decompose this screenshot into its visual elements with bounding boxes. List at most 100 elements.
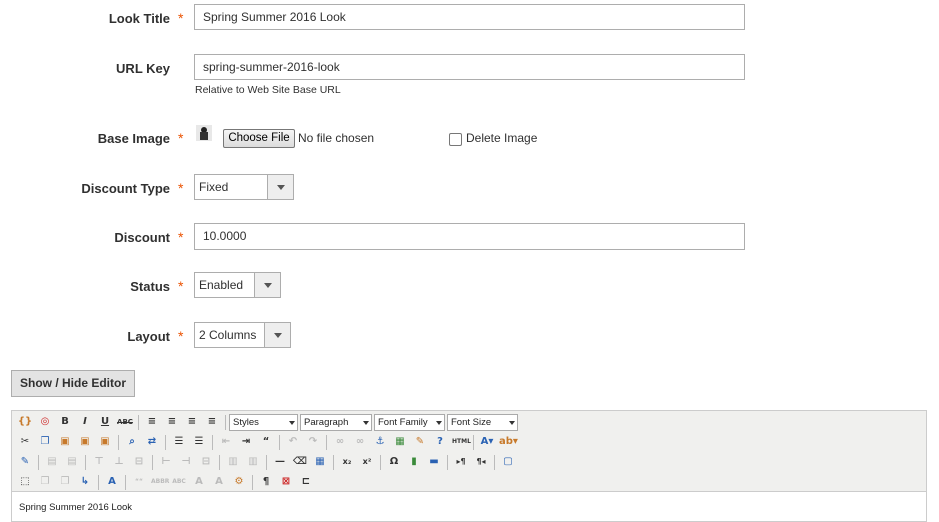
paste-icon[interactable]: ▣ [57, 434, 73, 450]
styles-dropdown[interactable]: Styles [229, 413, 298, 431]
redo-icon[interactable]: ↷ [305, 434, 321, 450]
editor-content[interactable]: Spring Summer 2016 Look [19, 502, 132, 513]
choose-file-button[interactable]: Choose File [223, 129, 295, 148]
attributes-icon[interactable]: ⚙ [231, 474, 247, 490]
styles-props-icon[interactable]: A [104, 474, 120, 490]
indent-icon[interactable]: ⇥ [238, 434, 254, 450]
toolbar-separator [38, 454, 39, 470]
base-image-thumbnail[interactable] [196, 125, 212, 141]
align-center-icon[interactable]: ≡ [164, 414, 180, 430]
delete-image-label[interactable]: Delete Image [466, 131, 537, 145]
underline-icon[interactable]: U [97, 414, 113, 430]
cite-icon[interactable]: ““ [131, 474, 147, 490]
find-icon[interactable]: ⌕ [124, 434, 140, 450]
fullscreen-icon[interactable]: ▢ [500, 454, 516, 470]
acronym-icon[interactable]: ABC [171, 474, 187, 490]
insert-col-before-icon[interactable]: ⊢ [158, 454, 174, 470]
non-breaking-icon[interactable]: ⊠ [278, 474, 294, 490]
chevron-down-icon [267, 175, 293, 199]
align-left-icon[interactable]: ≡ [144, 414, 160, 430]
background-color-icon[interactable]: ab▾ [499, 434, 518, 450]
delete-row-icon[interactable]: ⊟ [131, 454, 147, 470]
rtl-icon[interactable]: ¶◂ [473, 454, 489, 470]
status-select[interactable]: Enabled [194, 272, 281, 298]
delete-col-icon[interactable]: ⊟ [198, 454, 214, 470]
text-color-icon[interactable]: A▾ [479, 434, 495, 450]
url-key-note: Relative to Web Site Base URL [195, 84, 341, 96]
copy-icon[interactable]: ❐ [37, 434, 53, 450]
toolbar-row-1: {} ◎ B I U ABC ≡ ≡ ≡ ≡ Styles Paragraph … [15, 412, 520, 432]
insert-col-after-icon[interactable]: ⊣ [178, 454, 194, 470]
special-char-icon[interactable]: Ω [386, 454, 402, 470]
discount-type-select[interactable]: Fixed [194, 174, 294, 200]
deletion-icon[interactable]: A [191, 474, 207, 490]
anchor-icon[interactable]: ⚓ [372, 434, 388, 450]
layout-select[interactable]: 2 Columns [194, 322, 291, 348]
discount-input[interactable]: 10.0000 [194, 223, 745, 250]
url-key-input[interactable]: spring-summer-2016-look [194, 54, 745, 80]
undo-icon[interactable]: ↶ [285, 434, 301, 450]
visual-aid-icon[interactable]: ▦ [312, 454, 328, 470]
replace-icon[interactable]: ⇄ [144, 434, 160, 450]
link-icon[interactable]: ∞ [332, 434, 348, 450]
insertion-icon[interactable]: A [211, 474, 227, 490]
paragraph-dropdown[interactable]: Paragraph [300, 413, 372, 431]
insert-row-after-icon[interactable]: ⊥ [111, 454, 127, 470]
toolbar-separator [152, 454, 153, 470]
outdent-icon[interactable]: ⇤ [218, 434, 234, 450]
align-right-icon[interactable]: ≡ [184, 414, 200, 430]
widget-icon[interactable]: {} [17, 414, 33, 430]
toolbar-separator [219, 454, 220, 470]
move-forward-icon[interactable]: ❐ [37, 474, 53, 490]
table-row-props-icon[interactable]: ▤ [44, 454, 60, 470]
blockquote-icon[interactable]: “ [258, 434, 274, 450]
table-cell-props-icon[interactable]: ▤ [64, 454, 80, 470]
bold-icon[interactable]: B [57, 414, 73, 430]
font-size-dropdown[interactable]: Font Size [447, 413, 518, 431]
variable-icon[interactable]: ◎ [37, 414, 53, 430]
required-mark: * [178, 130, 184, 146]
advanced-hr-icon[interactable]: ▬ [426, 454, 442, 470]
cleanup-icon[interactable]: ✎ [412, 434, 428, 450]
discount-type-value: Fixed [199, 180, 229, 194]
bullet-list-icon[interactable]: ☰ [171, 434, 187, 450]
page-break-icon[interactable]: ⊏ [298, 474, 314, 490]
toolbar-separator [225, 414, 226, 430]
font-family-dropdown[interactable]: Font Family [374, 413, 445, 431]
italic-icon[interactable]: I [77, 414, 93, 430]
abbr-icon[interactable]: ABBR [151, 474, 169, 490]
show-blocks-icon[interactable]: ¶ [258, 474, 274, 490]
move-backward-icon[interactable]: ❐ [57, 474, 73, 490]
delete-image-checkbox[interactable] [449, 133, 462, 146]
edit-table-icon[interactable]: ✎ [17, 454, 33, 470]
media-icon[interactable]: ▮ [406, 454, 422, 470]
strikethrough-icon[interactable]: ABC [117, 414, 133, 430]
help-icon[interactable]: ? [432, 434, 448, 450]
image-icon[interactable]: ▦ [392, 434, 408, 450]
html-source-icon[interactable]: HTML [452, 434, 471, 450]
required-mark: * [178, 229, 184, 245]
split-cells-icon[interactable]: ▥ [225, 454, 241, 470]
merge-cells-icon[interactable]: ▥ [245, 454, 261, 470]
horizontal-rule-icon[interactable]: — [272, 454, 288, 470]
cut-icon[interactable]: ✂ [17, 434, 33, 450]
status-value: Enabled [199, 278, 244, 292]
ltr-icon[interactable]: ▸¶ [453, 454, 469, 470]
paste-text-icon[interactable]: ▣ [77, 434, 93, 450]
paste-word-icon[interactable]: ▣ [97, 434, 113, 450]
wysiwyg-editor: {} ◎ B I U ABC ≡ ≡ ≡ ≡ Styles Paragraph … [11, 410, 927, 522]
remove-format-icon[interactable]: ⌫ [292, 454, 308, 470]
align-justify-icon[interactable]: ≡ [204, 414, 220, 430]
subscript-icon[interactable]: x₂ [339, 454, 355, 470]
superscript-icon[interactable]: x² [359, 454, 375, 470]
toolbar-separator [266, 454, 267, 470]
absolute-position-icon[interactable]: ↳ [77, 474, 93, 490]
look-title-input[interactable]: Spring Summer 2016 Look [194, 4, 745, 30]
unlink-icon[interactable]: ∞ [352, 434, 368, 450]
insert-row-before-icon[interactable]: ⊤ [91, 454, 107, 470]
base-image-label: Base Image [97, 131, 170, 146]
required-mark: * [178, 328, 184, 344]
numbered-list-icon[interactable]: ☰ [191, 434, 207, 450]
show-hide-editor-button[interactable]: Show / Hide Editor [11, 370, 135, 397]
insert-layer-icon[interactable]: ⬚ [17, 474, 33, 490]
